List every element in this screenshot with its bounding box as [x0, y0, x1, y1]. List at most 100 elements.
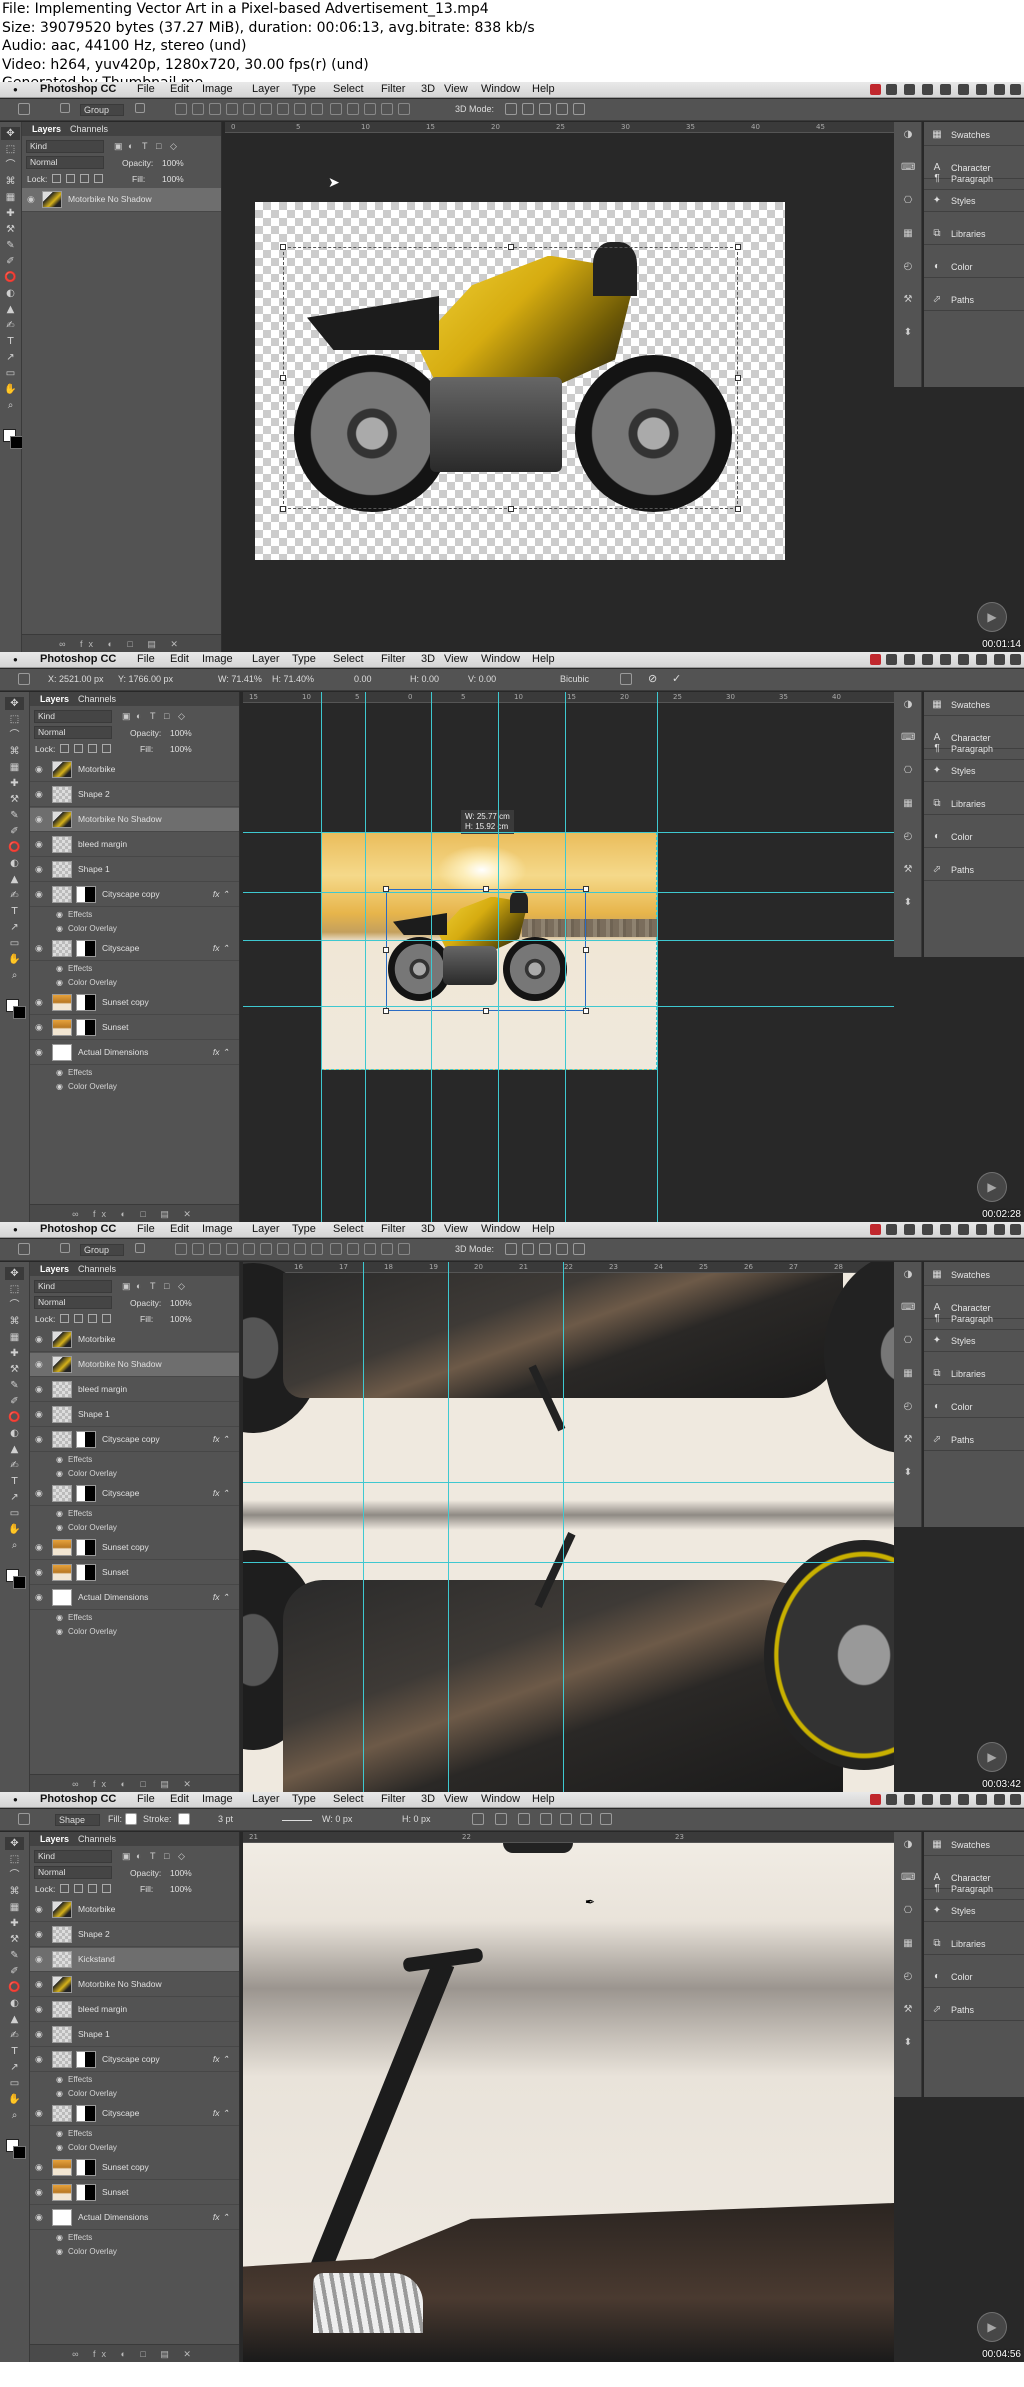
dock-icon[interactable]: ◴: [901, 1970, 915, 1984]
panel-swatches[interactable]: ▦ Swatches: [924, 1264, 1024, 1286]
menu-3d[interactable]: 3D: [421, 1223, 435, 1235]
visibility-eye-icon[interactable]: ◉: [35, 1904, 45, 1914]
layer-effects-icon[interactable]: fx ⌃: [213, 1047, 229, 1058]
transform-hskew-field[interactable]: H: 0.00: [410, 674, 439, 684]
filter-icon[interactable]: T: [150, 1851, 156, 1861]
status-icon[interactable]: [886, 1794, 897, 1805]
layer-row[interactable]: ◉ Sunset copy: [30, 1536, 239, 1560]
align-icon[interactable]: [398, 1243, 410, 1255]
path-operation-icon[interactable]: [540, 1813, 552, 1825]
panel-paragraph[interactable]: ¶ Paragraph: [924, 738, 1024, 760]
status-icon[interactable]: [1010, 1224, 1021, 1235]
layer-row[interactable]: ◉ Sunset: [30, 1016, 239, 1040]
lock-icon[interactable]: [102, 1314, 111, 1323]
filter-icon[interactable]: ▣: [114, 141, 123, 152]
align-icon[interactable]: [209, 103, 221, 115]
layer-row[interactable]: ◉ Shape 2: [30, 1923, 239, 1947]
visibility-eye-icon[interactable]: ◉: [35, 1022, 45, 1032]
status-icon[interactable]: [976, 654, 987, 665]
panel-paths[interactable]: ⬀ Paths: [924, 1999, 1024, 2021]
path-select-tool-icon[interactable]: ↗: [5, 921, 24, 934]
dock-icon[interactable]: ⌨: [901, 161, 915, 175]
menu-layer[interactable]: Layer: [252, 83, 280, 95]
layer-effects-icon[interactable]: fx ⌃: [213, 2108, 229, 2119]
history-brush-tool-icon[interactable]: ⭕: [5, 1411, 24, 1424]
filter-icon[interactable]: ▣: [122, 1851, 131, 1862]
quick-select-tool-icon[interactable]: ⌘: [1, 175, 20, 188]
color-overlay-row[interactable]: ◉ Color Overlay: [30, 2141, 239, 2155]
blend-mode-select[interactable]: Normal: [34, 1296, 112, 1309]
filter-icon[interactable]: ▣: [122, 1281, 131, 1292]
status-icon[interactable]: [994, 654, 1005, 665]
effects-row[interactable]: ◉ Effects: [30, 908, 239, 922]
apple-menu-icon[interactable]: ●: [13, 85, 18, 94]
layer-row[interactable]: ◉ Motorbike No Shadow: [30, 1973, 239, 1997]
gradient-tool-icon[interactable]: ▲: [1, 303, 20, 316]
align-icon[interactable]: [330, 103, 342, 115]
menu-filter[interactable]: Filter: [381, 83, 405, 95]
eraser-tool-icon[interactable]: ◐: [5, 1427, 24, 1440]
lock-icon[interactable]: [88, 744, 97, 753]
background-color-swatch[interactable]: [13, 2146, 26, 2159]
transform-h-field[interactable]: H: 71.40%: [272, 674, 314, 684]
effects-row[interactable]: ◉ Effects: [30, 1066, 239, 1080]
filter-icon[interactable]: ◇: [170, 141, 177, 152]
menu-file[interactable]: File: [137, 1793, 155, 1805]
opacity-field[interactable]: 100%: [162, 158, 184, 168]
layer-row[interactable]: ◉ Shape 2: [30, 783, 239, 807]
apple-menu-icon[interactable]: ●: [13, 1225, 18, 1234]
transform-angle-field[interactable]: 0.00: [354, 674, 372, 684]
hand-tool-icon[interactable]: ✋: [1, 383, 20, 396]
menu-window[interactable]: Window: [481, 1223, 520, 1235]
quick-select-tool-icon[interactable]: ⌘: [5, 1885, 24, 1898]
shape-tool-icon[interactable]: ▭: [5, 2077, 24, 2090]
menu-image[interactable]: Image: [202, 653, 233, 665]
menu-help[interactable]: Help: [532, 1793, 555, 1805]
align-icon[interactable]: [398, 103, 410, 115]
status-icon[interactable]: [958, 1794, 969, 1805]
layer-row[interactable]: ◉ Cityscape copy fx ⌃: [30, 883, 239, 907]
dock-icon[interactable]: ◴: [901, 830, 915, 844]
move-tool-icon[interactable]: ✥: [5, 1837, 24, 1850]
color-overlay-row[interactable]: ◉ Color Overlay: [30, 1080, 239, 1094]
menu-view[interactable]: View: [444, 83, 468, 95]
healing-tool-icon[interactable]: ⚒: [5, 793, 24, 806]
layer-row[interactable]: ◉ Shape 1: [30, 2023, 239, 2047]
transform-bounding-box[interactable]: [383, 886, 589, 1014]
menu-image[interactable]: Image: [202, 83, 233, 95]
transform-handle[interactable]: [280, 506, 286, 512]
dock-icon[interactable]: ◑: [901, 1838, 915, 1852]
layer-row[interactable]: ◉ Cityscape copy fx ⌃: [30, 1428, 239, 1452]
group-select[interactable]: Group: [80, 104, 125, 116]
type-tool-icon[interactable]: T: [1, 335, 20, 348]
path-select-tool-icon[interactable]: ↗: [5, 2061, 24, 2074]
dock-icon[interactable]: ⌨: [901, 1871, 915, 1885]
marquee-tool-icon[interactable]: ⬚: [1, 143, 20, 156]
brush-tool-icon[interactable]: ✎: [1, 239, 20, 252]
lock-icon[interactable]: [60, 1314, 69, 1323]
status-icon[interactable]: [886, 1224, 897, 1235]
fill-field[interactable]: 100%: [170, 1314, 192, 1324]
history-brush-tool-icon[interactable]: ⭕: [1, 271, 20, 284]
dock-icon[interactable]: ⌨: [901, 1301, 915, 1315]
visibility-eye-icon[interactable]: ◉: [35, 2054, 45, 2064]
visibility-eye-icon[interactable]: ◉: [35, 2212, 45, 2222]
menu-type[interactable]: Type: [292, 83, 316, 95]
color-overlay-eye-icon[interactable]: ◉: [56, 978, 63, 987]
status-icon[interactable]: [904, 84, 915, 95]
tab-channels[interactable]: Channels: [78, 1834, 116, 1844]
visibility-eye-icon[interactable]: ◉: [35, 1567, 45, 1577]
effects-eye-icon[interactable]: ◉: [56, 2129, 63, 2138]
effects-eye-icon[interactable]: ◉: [56, 964, 63, 973]
brush-tool-icon[interactable]: ✎: [5, 1379, 24, 1392]
layer-row[interactable]: ◉ Cityscape fx ⌃: [30, 2102, 239, 2126]
panel-paragraph[interactable]: ¶ Paragraph: [924, 168, 1024, 190]
dock-icon[interactable]: ⎔: [901, 764, 915, 778]
layer-row[interactable]: ◉ Sunset: [30, 1561, 239, 1585]
path-operation-icon[interactable]: [600, 1813, 612, 1825]
lock-icon[interactable]: [102, 1884, 111, 1893]
filter-icon[interactable]: ▣: [122, 711, 131, 722]
auto-select-checkbox[interactable]: [60, 103, 70, 113]
transform-handle[interactable]: [583, 1008, 589, 1014]
play-button-icon[interactable]: ▶: [977, 1742, 1007, 1772]
